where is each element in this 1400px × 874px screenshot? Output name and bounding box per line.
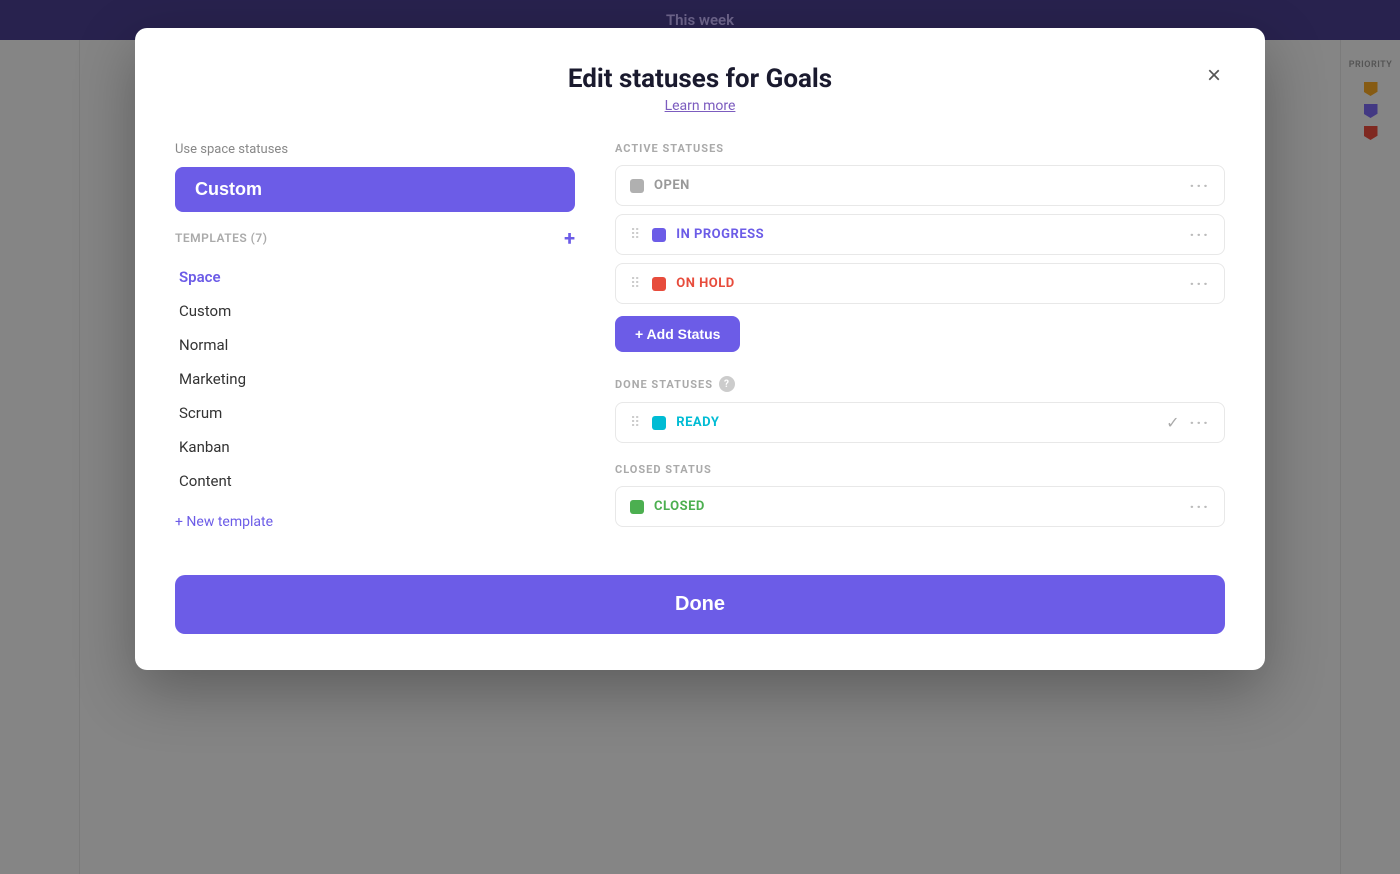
add-status-button[interactable]: + Add Status [615,316,740,352]
status-row-in-progress: ⠿ IN PROGRESS ··· [615,214,1225,255]
right-panel: ACTIVE STATUSES OPEN ··· ⠿ IN PROGRESS ·… [615,142,1225,547]
drag-handle-on-hold[interactable]: ⠿ [630,276,640,292]
use-space-label: Use space statuses [175,142,575,157]
drag-handle-ready[interactable]: ⠿ [630,415,640,431]
status-row-open: OPEN ··· [615,165,1225,206]
status-row-ready: ⠿ READY ✓ ··· [615,402,1225,443]
custom-selected-button[interactable]: Custom [175,167,575,212]
templates-add-button[interactable]: + [564,228,575,248]
done-statuses-label: DONE STATUSES ? [615,376,1225,392]
closed-status-label: CLOSED STATUS [615,463,1225,476]
status-dot-ready [652,416,666,430]
template-item-space[interactable]: Space [175,260,575,294]
template-item-marketing[interactable]: Marketing [175,362,575,396]
status-name-ready: READY [676,415,1156,430]
modal-close-button[interactable]: × [1203,60,1225,92]
status-more-open[interactable]: ··· [1190,176,1210,195]
done-button[interactable]: Done [175,575,1225,634]
edit-statuses-modal: Edit statuses for Goals Learn more × Use… [135,28,1265,670]
new-template-link[interactable]: + New template [175,514,273,530]
status-check-ready: ✓ [1166,413,1179,432]
template-list: Space Custom Normal Marketing Scrum Kanb… [175,260,575,498]
modal-header: Edit statuses for Goals Learn more × [175,64,1225,114]
template-item-scrum[interactable]: Scrum [175,396,575,430]
status-name-in-progress: IN PROGRESS [676,227,1179,242]
template-item-normal[interactable]: Normal [175,328,575,362]
active-statuses-label: ACTIVE STATUSES [615,142,1225,155]
templates-label: TEMPLATES (7) [175,231,267,245]
status-name-on-hold: ON HOLD [676,276,1179,291]
left-panel: Use space statuses Custom TEMPLATES (7) … [175,142,575,547]
status-more-closed[interactable]: ··· [1190,497,1210,516]
status-name-closed: CLOSED [654,499,1180,514]
learn-more-link[interactable]: Learn more [175,98,1225,114]
template-item-kanban[interactable]: Kanban [175,430,575,464]
status-dot-closed [630,500,644,514]
template-item-custom[interactable]: Custom [175,294,575,328]
status-more-in-progress[interactable]: ··· [1190,225,1210,244]
template-item-content[interactable]: Content [175,464,575,498]
done-statuses-section: DONE STATUSES ? ⠿ READY ✓ ··· [615,376,1225,443]
status-name-open: OPEN [654,178,1180,193]
modal-title: Edit statuses for Goals [175,64,1225,94]
status-dot-open [630,179,644,193]
drag-handle-in-progress[interactable]: ⠿ [630,227,640,243]
done-help-icon[interactable]: ? [719,376,735,392]
status-more-ready[interactable]: ··· [1190,413,1210,432]
status-more-on-hold[interactable]: ··· [1190,274,1210,293]
status-dot-in-progress [652,228,666,242]
status-row-closed: CLOSED ··· [615,486,1225,527]
templates-header: TEMPLATES (7) + [175,228,575,248]
modal-body: Use space statuses Custom TEMPLATES (7) … [175,142,1225,547]
status-row-on-hold: ⠿ ON HOLD ··· [615,263,1225,304]
closed-status-section: CLOSED STATUS CLOSED ··· [615,463,1225,527]
status-dot-on-hold [652,277,666,291]
